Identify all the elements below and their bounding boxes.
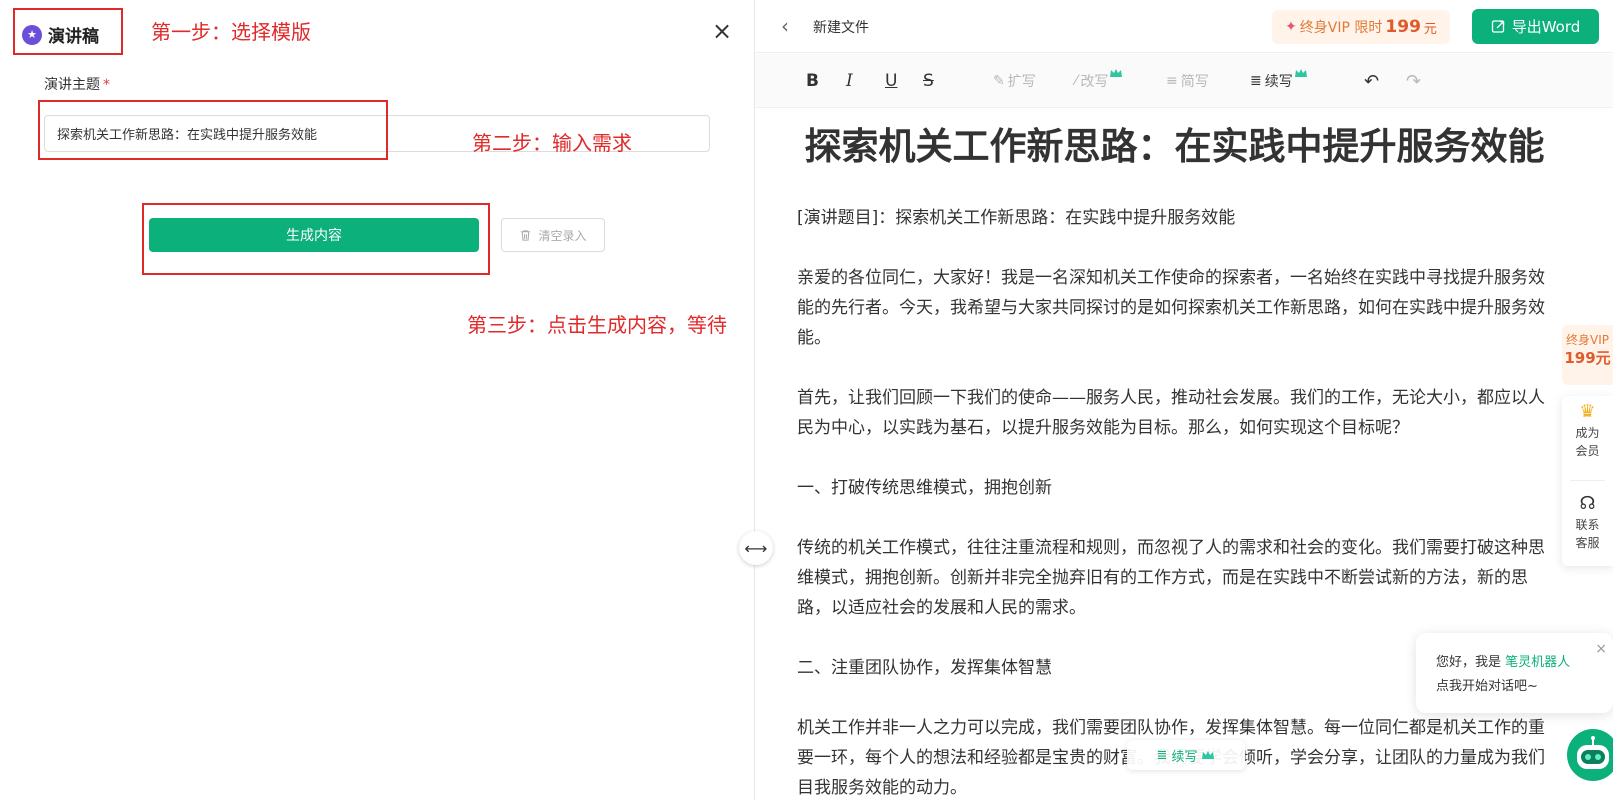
close-icon[interactable]: × (710, 19, 734, 43)
step2-annotation: 第二步：输入需求 (472, 131, 632, 155)
magic-wand-icon: ⁄ (1075, 73, 1078, 89)
underline-button[interactable]: U (885, 68, 897, 94)
vip-price-unit: 元 (1423, 21, 1437, 37)
shorten-button[interactable]: ≡ 简写 (1166, 68, 1209, 94)
bold-button[interactable]: B (806, 68, 819, 94)
expand-button[interactable]: ✎ 扩写 (993, 68, 1036, 94)
contact-service-label-2: 客服 (1575, 536, 1600, 550)
rewrite-button[interactable]: ⁄ 改写 (1075, 68, 1123, 94)
export-word-button[interactable]: 导出Word (1472, 9, 1599, 44)
chatbot-name: 笔灵机器人 (1505, 655, 1571, 670)
clear-input-label: 清空录入 (538, 228, 587, 243)
floating-continue-label: 续写 (1171, 749, 1198, 765)
contact-service-label-1: 联系 (1575, 518, 1600, 532)
format-toolbar: B I U S ✎ 扩写 ⁄ 改写 ≡ 简写 ≣ 续写 ↶ ↷ (755, 54, 1613, 108)
document-paragraph: 一、打破传统思维模式，拥抱创新 (797, 478, 1052, 498)
template-brand[interactable]: ★ 演讲稿 (22, 22, 99, 47)
robot-face-icon (1577, 736, 1609, 769)
continue-icon: ≣ (1250, 73, 1262, 89)
template-name: 演讲稿 (48, 27, 99, 47)
document-heading: 探索机关工作新思路：在实践中提升服务效能 (804, 125, 1545, 168)
shorten-label: 简写 (1180, 74, 1209, 90)
floating-vip-price: 199元 (1564, 349, 1611, 367)
document-paragraph: [演讲题目]：探索机关工作新思路：在实践中提升服务效能 (797, 208, 1236, 228)
crown-icon (1294, 69, 1307, 77)
sidebar-divider (1570, 480, 1605, 481)
crown-icon: ♛ (1579, 401, 1596, 422)
clear-input-button[interactable]: 清空录入 (501, 218, 605, 252)
step3-annotation: 第三步：点击生成内容，等待 (467, 313, 727, 337)
crown-icon (1202, 751, 1215, 759)
chatbot-greeting-bubble[interactable]: × 您好，我是 笔灵机器人 点我开始对话吧~ (1416, 633, 1613, 713)
generate-content-button[interactable]: 生成内容 (149, 218, 479, 252)
close-icon[interactable]: × (1595, 637, 1607, 661)
contact-service-button[interactable]: ☊ 联系 客服 (1562, 492, 1613, 552)
vip-promo-button[interactable]: ✦ 终身VIP 限时 199 元 (1272, 10, 1450, 44)
expand-label: 扩写 (1007, 74, 1036, 90)
strikethrough-button[interactable]: S (923, 68, 934, 94)
topic-label-text: 演讲主题 (44, 77, 100, 93)
become-member-label-1: 成为 (1575, 426, 1600, 440)
editor-topbar: ‹ 新建文件 ✦ 终身VIP 限时 199 元 导出Word (755, 0, 1613, 53)
undo-icon[interactable]: ↶ (1364, 68, 1379, 94)
crown-icon (1110, 69, 1123, 77)
template-form-panel: ★ 演讲稿 × 演讲主题* 生成内容 清空录入 第一步：选择模版 第二步：输入需… (0, 0, 755, 800)
step1-annotation: 第一步：选择模版 (151, 20, 311, 44)
redo-icon[interactable]: ↷ (1406, 68, 1421, 94)
required-mark: * (103, 77, 110, 93)
sparkle-icon: ✦ (1285, 19, 1297, 35)
chatbot-robot-icon[interactable] (1567, 729, 1613, 781)
continue-icon: ≣ (1156, 747, 1168, 763)
italic-button[interactable]: I (846, 68, 853, 94)
resize-handle-icon[interactable]: ⟷ (739, 531, 773, 565)
continue-writing-button[interactable]: ≣ 续写 (1250, 68, 1308, 94)
floating-vip-label: 终身VIP (1566, 333, 1609, 347)
app-root: ★ 演讲稿 × 演讲主题* 生成内容 清空录入 第一步：选择模版 第二步：输入需… (0, 0, 1613, 800)
become-member-label-2: 会员 (1575, 444, 1600, 458)
document-title[interactable]: 新建文件 (813, 17, 869, 37)
vip-promo-text: 终身VIP 限时 (1299, 20, 1383, 36)
chevron-left-icon[interactable]: ‹ (781, 14, 789, 38)
document-paragraph: 亲爱的各位同仁，大家好！我是一名深知机关工作使命的探索者，一名始终在实践中寻找提… (797, 268, 1545, 348)
chat-greeting: 您好，我是 (1436, 655, 1502, 670)
trash-icon (521, 229, 531, 241)
export-icon (1491, 20, 1504, 33)
topic-label: 演讲主题 * (44, 74, 110, 94)
document-paragraph: 首先，让我们回顾一下我们的使命——服务人民，推动社会发展。我们的工作，无论大小，… (797, 388, 1545, 438)
floating-sidebar: ♛ 成为 会员 ☊ 联系 客服 (1562, 396, 1613, 566)
expand-icon: ✎ (993, 73, 1005, 89)
speech-template-icon: ★ (22, 24, 42, 45)
chat-prompt: 点我开始对话吧~ (1436, 679, 1538, 694)
become-member-button[interactable]: ♛ 成为 会员 (1562, 400, 1613, 460)
vip-price: 199 (1385, 17, 1421, 37)
continue-label: 续写 (1264, 74, 1293, 90)
document-paragraph: 传统的机关工作模式，往往注重流程和规则，而忽视了人的需求和社会的变化。我们需要打… (797, 538, 1545, 618)
floating-vip-button[interactable]: 终身VIP 199元 (1562, 325, 1613, 385)
shorten-icon: ≡ (1166, 73, 1178, 89)
floating-continue-writing-button[interactable]: ≣ 续写 (1127, 740, 1245, 770)
export-word-label: 导出Word (1511, 18, 1581, 36)
rewrite-label: 改写 (1080, 74, 1109, 90)
headset-icon: ☊ (1579, 493, 1596, 514)
